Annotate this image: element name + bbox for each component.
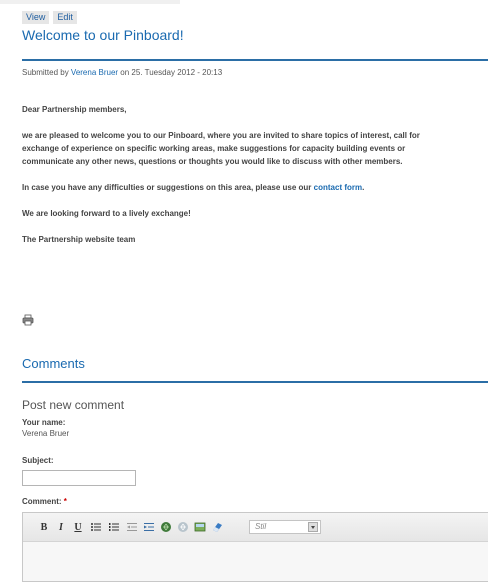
style-select[interactable]: Stil [249,520,321,534]
author-link[interactable]: Verena Bruer [71,68,118,77]
subject-input[interactable] [22,470,136,486]
unlink-icon[interactable] [177,521,189,533]
style-select-value: Stil [255,522,267,531]
body-paragraph-3: We are looking forward to a lively excha… [22,209,191,218]
submitted-prefix: Submitted by [22,68,71,77]
body-signature: The Partnership website team [22,235,136,244]
node-body: Dear Partnership members, we are pleased… [22,103,488,259]
bold-button[interactable]: B [39,521,49,533]
chevron-down-icon[interactable] [308,522,318,532]
title-divider [22,59,488,61]
body-paragraph-2-end: . [362,183,365,192]
submitted-line: Submitted by Verena Bruer on 25. Tuesday… [22,68,222,77]
body-paragraph-1-line-1: we are pleased to welcome you to our Pin… [22,131,420,140]
body-paragraph-1-line-2: exchange of experience on specific worki… [22,144,406,153]
underline-button[interactable]: U [73,521,83,533]
comments-divider [22,381,488,383]
body-paragraph-2: In case you have any difficulties or sug… [22,181,488,194]
numbered-list-icon[interactable] [108,521,120,533]
eraser-icon[interactable] [211,521,223,533]
body-paragraph-2-text: In case you have any difficulties or sug… [22,183,314,192]
body-paragraph-1-line-3: communicate any other news, questions or… [22,157,403,166]
name-label: Your name: [22,418,66,427]
bullet-list-icon[interactable] [90,521,102,533]
required-marker: * [63,497,67,506]
tab-view[interactable]: View [22,11,50,24]
comment-label: Comment: * [22,497,67,506]
submitted-date: on 25. Tuesday 2012 - 20:13 [118,68,223,77]
comment-editor: B I U Stil [22,512,488,582]
tab-edit[interactable]: Edit [53,11,77,24]
comments-heading: Comments [22,356,85,371]
comment-label-text: Comment: [22,497,62,506]
body-paragraph-1: we are pleased to welcome you to our Pin… [22,129,488,168]
subject-label: Subject: [22,456,54,465]
post-new-comment-title: Post new comment [22,398,125,412]
italic-button[interactable]: I [56,521,66,533]
image-icon[interactable] [194,521,206,533]
printer-icon[interactable] [22,314,34,326]
contact-form-link[interactable]: contact form [314,183,362,192]
name-value: Verena Bruer [22,429,70,438]
link-icon[interactable] [160,521,172,533]
page-title: Welcome to our Pinboard! [22,27,184,43]
comment-textarea[interactable] [23,542,488,581]
top-strip [0,0,180,4]
indent-icon[interactable] [143,521,155,533]
outdent-icon[interactable] [126,521,138,533]
body-greeting: Dear Partnership members, [22,105,127,114]
node-tabs: View Edit [22,11,77,24]
editor-toolbar: B I U Stil [23,513,488,542]
